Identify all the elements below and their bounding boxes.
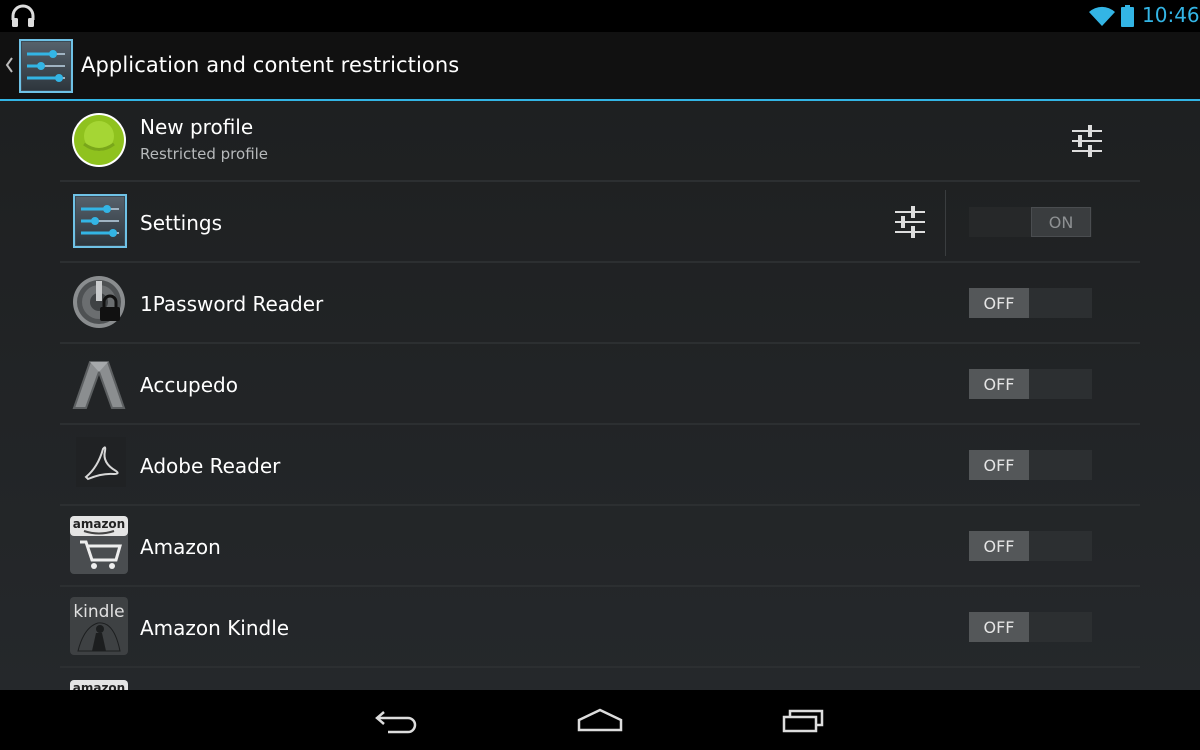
up-caret-icon[interactable]: [4, 54, 14, 76]
wifi-icon: [1089, 6, 1115, 27]
restrictions-list[interactable]: New profile Restricted profile Settings …: [0, 101, 1200, 690]
app-row-settings[interactable]: Settings ON: [60, 182, 1140, 263]
toggle-thumb: ON: [1031, 207, 1091, 237]
app-row-adobe-reader[interactable]: Adobe Reader OFF: [60, 425, 1140, 506]
home-icon[interactable]: [576, 706, 624, 734]
app-row-amazon[interactable]: amazon Amazon OFF: [60, 506, 1140, 587]
sliders-icon[interactable]: [1069, 123, 1105, 159]
toggle-thumb: OFF: [969, 288, 1029, 318]
app-row-kindle[interactable]: kindle Amazon Kindle OFF: [60, 587, 1140, 668]
app-label: Accupedo: [140, 373, 238, 397]
app-toggle[interactable]: ON: [969, 207, 1092, 237]
kindle-wordmark: kindle: [73, 602, 124, 622]
amazon-app-icon: amazon: [70, 680, 128, 690]
amazon-wordmark: amazon: [73, 681, 125, 690]
profile-row[interactable]: New profile Restricted profile: [60, 101, 1140, 182]
settings-app-icon: [73, 194, 127, 248]
app-row-1password[interactable]: 1Password Reader OFF: [60, 263, 1140, 344]
clock: 10:46: [1142, 3, 1200, 27]
toggle-thumb: OFF: [969, 450, 1029, 480]
headphones-icon: [11, 4, 35, 27]
battery-icon: [1121, 5, 1134, 27]
profile-avatar: [72, 113, 126, 167]
app-label: Adobe Reader: [140, 454, 281, 478]
back-icon[interactable]: [374, 706, 420, 734]
profile-subtitle: Restricted profile: [140, 145, 269, 163]
toggle-thumb: OFF: [969, 531, 1029, 561]
profile-name: New profile: [140, 115, 254, 139]
toggle-thumb: OFF: [969, 369, 1029, 399]
app-toggle[interactable]: OFF: [969, 612, 1092, 642]
app-row-partial[interactable]: amazon: [60, 668, 1140, 690]
accupedo-app-icon: [72, 361, 126, 409]
app-toggle[interactable]: OFF: [969, 450, 1092, 480]
sliders-icon[interactable]: [892, 204, 928, 240]
app-row-accupedo[interactable]: Accupedo OFF: [60, 344, 1140, 425]
app-toggle[interactable]: OFF: [969, 369, 1092, 399]
status-bar: 10:46: [0, 0, 1200, 32]
app-toggle[interactable]: OFF: [969, 531, 1092, 561]
page-title: Application and content restrictions: [81, 53, 460, 77]
adobe-reader-app-icon: [76, 437, 126, 487]
amazon-wordmark: amazon: [73, 517, 125, 531]
toggle-thumb: OFF: [969, 612, 1029, 642]
app-label: 1Password Reader: [140, 292, 324, 316]
amazon-app-icon: amazon: [70, 516, 128, 574]
app-label: Amazon Kindle: [140, 616, 290, 640]
1password-app-icon: [73, 276, 125, 328]
action-bar: Application and content restrictions: [0, 32, 1200, 101]
settings-app-icon[interactable]: [19, 39, 73, 93]
recents-icon[interactable]: [780, 706, 826, 734]
app-label: Settings: [140, 211, 223, 235]
kindle-app-icon: kindle: [70, 597, 128, 655]
app-label: Amazon: [140, 535, 221, 559]
navigation-bar: [0, 690, 1200, 750]
app-toggle[interactable]: OFF: [969, 288, 1092, 318]
divider: [945, 190, 946, 256]
